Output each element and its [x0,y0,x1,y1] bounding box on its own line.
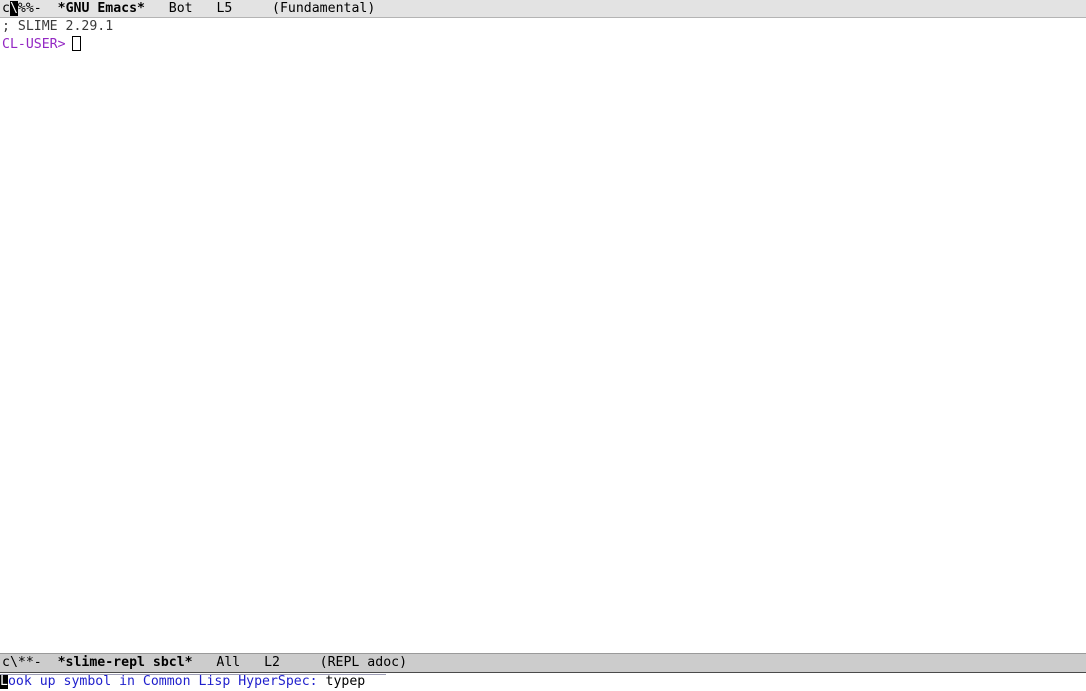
hollow-cursor-icon [71,36,81,51]
repl-buffer-area[interactable]: ; SLIME 2.29.1 CL-USER> [0,18,1086,653]
mode-line-top-cursor: \ [9,1,18,16]
mode-line-top-spacer-3 [193,1,217,16]
minibuffer-input[interactable]: typep [326,674,366,689]
minibuffer-content[interactable]: Look up symbol in Common Lisp HyperSpec:… [0,673,365,690]
mode-line-bottom-spacer-1 [42,655,58,670]
minibuffer-underline [0,674,386,675]
minibuffer-prompt: ook up symbol in Common Lisp HyperSpec: [7,674,326,689]
mode-line-bottom-major-mode[interactable]: (REPL adoc) [320,655,407,670]
mode-line-bottom-spacer-2 [193,655,217,670]
minibuffer[interactable]: Look up symbol in Common Lisp HyperSpec:… [0,673,1086,691]
mode-line-top-buffer-name[interactable]: *GNU Emacs* [58,1,145,16]
mode-line-top[interactable]: c\%%- *GNU Emacs* Bot L5 (Fundamental) [0,0,1086,18]
mode-line-top-spacer-2 [145,1,169,16]
mode-line-bottom-prefix-head: c [2,655,10,670]
mode-line-top-position[interactable]: Bot [169,1,193,16]
mode-line-top-spacer-4 [232,1,272,16]
mode-line-bottom-prefix-tail: \**- [9,655,42,670]
mode-line-bottom[interactable]: c\**- *slime-repl sbcl* All L2 (REPL ado… [0,653,1086,673]
slime-version-banner: ; SLIME 2.29.1 [2,19,114,34]
buffer-line-slime-banner: ; SLIME 2.29.1 [0,18,1086,36]
mode-line-bottom-spacer-3 [240,655,264,670]
mode-line-bottom-buffer-name[interactable]: *slime-repl sbcl* [58,655,193,670]
repl-prompt-label: CL-USER> [2,37,66,52]
mode-line-bottom-spacer-4 [280,655,320,670]
buffer-line-repl-prompt[interactable]: CL-USER> [0,36,1086,54]
mode-line-bottom-position[interactable]: All [216,655,240,670]
mode-line-bottom-line-number[interactable]: L2 [264,655,280,670]
emacs-frame: c\%%- *GNU Emacs* Bot L5 (Fundamental) ;… [0,0,1086,691]
mode-line-top-line-number[interactable]: L5 [216,1,232,16]
mode-line-top-major-mode[interactable]: (Fundamental) [272,1,375,16]
mode-line-top-prefix-head: c [2,1,10,16]
mode-line-top-spacer-1 [42,1,58,16]
minibuffer-cursor: L [0,674,8,689]
mode-line-top-prefix-tail: %%- [17,1,42,16]
